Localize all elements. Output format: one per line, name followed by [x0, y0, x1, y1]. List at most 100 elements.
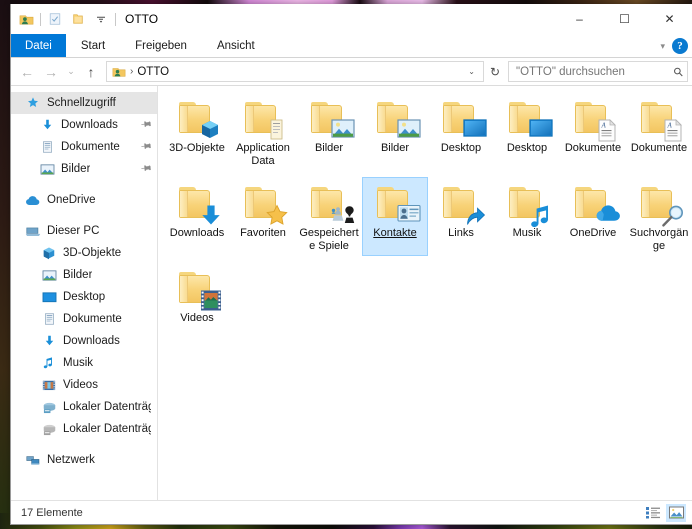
file-list-pane[interactable]: 3D-Objekte Application Data Bilder Bilder De… [158, 86, 692, 500]
sidebar-item-label: Dieser PC [47, 225, 100, 237]
breadcrumb-otto[interactable]: OTTO [137, 66, 169, 78]
search-input[interactable]: "OTTO" durchsuchen [516, 66, 674, 78]
forward-button[interactable]: → [39, 60, 63, 84]
user-folder-icon[interactable] [17, 10, 35, 28]
back-button[interactable]: ← [15, 60, 39, 84]
file-item[interactable]: Favoriten [230, 177, 296, 256]
folder-pictures-icon [305, 96, 355, 140]
file-item-label: Gespeicherte Spiele [299, 227, 359, 252]
file-item[interactable]: Desktop [428, 92, 494, 171]
sidebar-item-desktop[interactable]: Desktop [11, 286, 157, 308]
tab-freigeben[interactable]: Freigeben [120, 34, 202, 57]
folder-documents-icon: A [569, 96, 617, 142]
file-item[interactable]: Bilder [296, 92, 362, 171]
sidebar-item-dokumente[interactable]: Dokumente [11, 308, 157, 330]
file-item[interactable]: A Dokumente [560, 92, 626, 171]
view-mode-buttons [643, 503, 686, 522]
sidebar-item-dokumente[interactable]: Dokumente [11, 136, 157, 158]
ribbon-right-controls: ▾ ? [660, 34, 688, 58]
sidebar-item-netzwerk[interactable]: Netzwerk [11, 449, 157, 471]
local-disk-icon [41, 399, 57, 415]
file-item[interactable]: Musik [494, 177, 560, 256]
file-item[interactable]: Application Data [230, 92, 296, 171]
file-item[interactable]: Bilder [362, 92, 428, 171]
file-item[interactable]: Videos [164, 262, 230, 328]
maximize-button[interactable]: ☐ [602, 4, 647, 34]
music-note-icon [41, 355, 57, 371]
wallpaper-left-strip [0, 0, 10, 529]
sidebar-item-downloads[interactable]: Downloads [11, 114, 157, 136]
close-button[interactable]: ✕ [647, 4, 692, 34]
sidebar-item-3d-objekte[interactable]: 3D-Objekte [11, 242, 157, 264]
qat-divider-2 [115, 12, 116, 26]
sidebar-item-label: Desktop [63, 291, 106, 303]
file-item[interactable]: Links [428, 177, 494, 256]
recent-locations-button[interactable]: ⌄ [63, 60, 79, 84]
pin-icon[interactable] [138, 117, 154, 133]
large-icons-view-icon[interactable] [666, 503, 686, 522]
sidebar-item-label: Netzwerk [47, 454, 95, 466]
pin-icon[interactable] [138, 139, 154, 155]
details-view-icon[interactable] [643, 504, 663, 522]
sidebar-item-label: Dokumente [63, 313, 122, 325]
file-item[interactable]: Suchvorgänge [626, 177, 692, 256]
file-item[interactable]: 3D-Objekte [164, 92, 230, 171]
folder-onedrive-icon [569, 181, 620, 225]
sidebar-item-label: OneDrive [47, 194, 96, 206]
sidebar-item-bilder[interactable]: Bilder [11, 158, 157, 180]
folder-favorites-icon [239, 181, 288, 225]
sidebar-item-videos[interactable]: Videos [11, 374, 157, 396]
sidebar-item-label: 3D-Objekte [63, 247, 122, 259]
sidebar-item-downloads[interactable]: Downloads [11, 330, 157, 352]
file-item-label: Dokumente [564, 142, 622, 154]
folder-saved-games-icon [305, 181, 355, 225]
tab-start[interactable]: Start [66, 34, 120, 57]
sidebar-item-lokaler-datentr-ger[interactable]: Lokaler Datenträger [11, 418, 157, 440]
file-item[interactable]: Downloads [164, 177, 230, 256]
sidebar-item-lokaler-datentr-ger[interactable]: Lokaler Datenträger [11, 396, 157, 418]
sidebar-item-label: Lokaler Datenträger [63, 423, 151, 435]
file-item-label: OneDrive [569, 227, 617, 239]
properties-icon[interactable] [46, 10, 64, 28]
sidebar-item-musik[interactable]: Musik [11, 352, 157, 374]
sidebar-item-bilder[interactable]: Bilder [11, 264, 157, 286]
up-button[interactable]: ↑ [79, 60, 103, 84]
sidebar-item-onedrive[interactable]: OneDrive [11, 189, 157, 211]
file-item[interactable]: OneDrive [560, 177, 626, 256]
folder-desktop-icon [437, 96, 487, 140]
file-item[interactable]: Kontakte [362, 177, 428, 256]
quick-access-toolbar: OTTO [11, 4, 158, 34]
chevron-down-icon[interactable]: ▾ [660, 41, 665, 52]
file-item-label: Musik [512, 227, 542, 239]
address-dropdown-icon[interactable]: ⌄ [465, 67, 478, 76]
file-item-label: 3D-Objekte [169, 142, 225, 154]
window-body: Schnellzugriff Downloads Dokumente Bilder On… [11, 86, 692, 500]
document-icon [41, 311, 57, 327]
file-item[interactable]: Desktop [494, 92, 560, 171]
address-user-folder-icon [112, 65, 126, 79]
help-icon[interactable]: ? [672, 38, 688, 54]
file-item-label: Suchvorgänge [629, 227, 689, 252]
picture-icon [39, 161, 55, 177]
customize-dropdown-icon[interactable] [92, 10, 110, 28]
pin-icon[interactable] [138, 161, 154, 177]
ribbon-tab-bar: Datei Start Freigeben Ansicht ▾ ? [11, 34, 692, 58]
tab-datei[interactable]: Datei [11, 34, 66, 57]
item-count-label: 17 Elemente [21, 506, 83, 519]
tab-ansicht[interactable]: Ansicht [202, 34, 270, 57]
file-item[interactable]: A Dokumente [626, 92, 692, 171]
sidebar-item-dieser-pc[interactable]: Dieser PC [11, 220, 157, 242]
qat-divider-1 [40, 12, 41, 26]
navigation-pane[interactable]: Schnellzugriff Downloads Dokumente Bilder On… [11, 86, 158, 500]
sidebar-item-schnellzugriff[interactable]: Schnellzugriff [11, 92, 157, 114]
search-box[interactable]: "OTTO" durchsuchen ⚲ [508, 61, 688, 82]
address-field[interactable]: › OTTO ⌄ [106, 61, 484, 82]
new-folder-icon[interactable] [69, 10, 87, 28]
refresh-button[interactable]: ↻ [484, 60, 506, 84]
file-item-label: Desktop [506, 142, 548, 154]
file-item[interactable]: Gespeicherte Spiele [296, 177, 362, 256]
minimize-button[interactable]: – [557, 4, 602, 34]
file-item-label: Application Data [236, 142, 290, 167]
file-item-label: Bilder [314, 142, 344, 154]
